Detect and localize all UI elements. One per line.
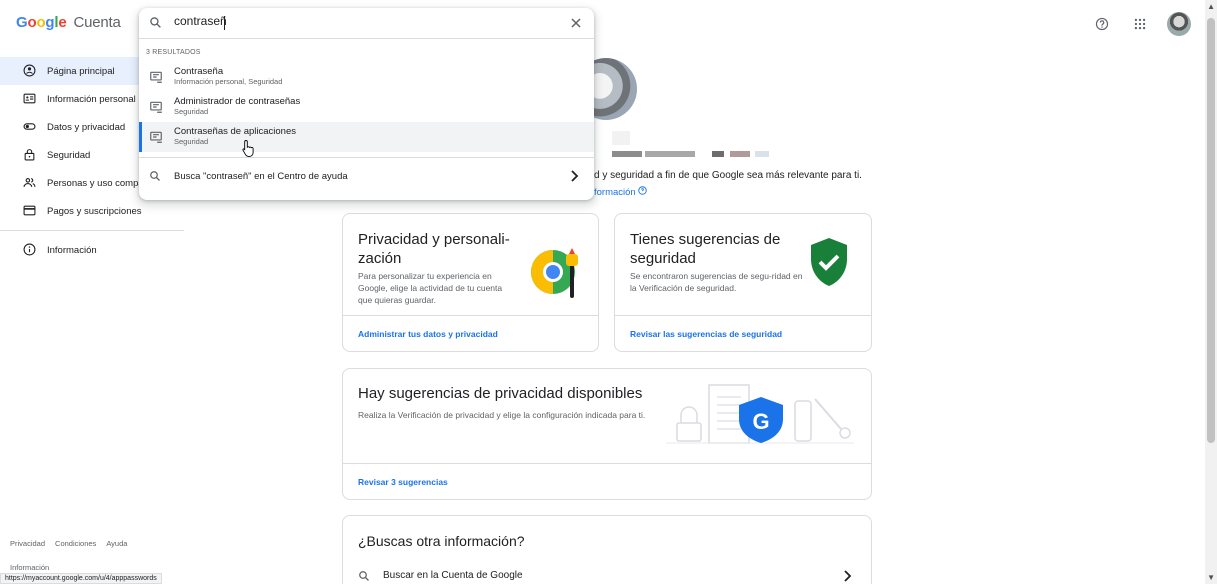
review-security-suggestions-link[interactable]: Revisar las sugerencias de seguridad [630, 329, 782, 339]
result-subtitle: Seguridad [174, 107, 209, 116]
manage-data-privacy-link[interactable]: Administrar tus datos y privacidad [358, 329, 498, 339]
card-title: Hay sugerencias de privacidad disponible… [358, 385, 643, 402]
search-result-item[interactable]: Contraseña Información personal, Segurid… [139, 62, 594, 92]
page-result-icon [150, 71, 162, 83]
svg-text:G: G [752, 409, 769, 434]
intro-link-label: formación [594, 187, 636, 198]
lock-icon [23, 148, 36, 164]
card-footer: Administrar tus datos y privacidad [343, 315, 598, 351]
result-subtitle: Información personal, Seguridad [174, 77, 283, 86]
card-footer: Revisar 3 sugerencias [343, 463, 871, 499]
page-scrollbar[interactable]: ▲ ▼ [1205, 0, 1217, 584]
sidebar-item-label: Información personal [47, 93, 136, 105]
card-title: ¿Buscas otra información? [358, 533, 525, 549]
result-title: Contraseñas de aplicaciones [174, 126, 296, 137]
footer-links: Privacidad Condiciones Ayuda [10, 539, 127, 548]
product-name: Cuenta [73, 14, 121, 31]
search-dropdown: 3 RESULTADOS Contraseña Información pers… [139, 8, 594, 200]
sidebar-item-label: Página principal [47, 65, 115, 77]
search-result-item[interactable]: Administrador de contraseñas Seguridad [139, 92, 594, 122]
intro-more-info-link[interactable]: formación [594, 186, 648, 198]
credit-card-icon [23, 204, 36, 220]
footer-info-link[interactable]: Información [10, 563, 49, 572]
scroll-up-icon[interactable]: ▲ [1207, 2, 1215, 11]
privacy-suggestions-card: Hay sugerencias de privacidad disponible… [342, 368, 872, 500]
help-center-search-label: Busca "contraseñ" en el Centro de ayuda [174, 171, 348, 182]
scrollbar-thumb[interactable] [1207, 18, 1215, 443]
card-title: Tienes sugerencias de seguridad [630, 231, 781, 267]
sidebar-item-payments[interactable]: Pagos y suscripciones [0, 197, 184, 225]
page-result-icon [150, 131, 162, 143]
privacy-link[interactable]: Privacidad [10, 539, 45, 548]
close-icon[interactable] [568, 15, 584, 31]
help-icon[interactable] [1091, 13, 1113, 35]
name-redaction [730, 151, 750, 157]
help-link[interactable]: Ayuda [106, 539, 127, 548]
id-card-icon [23, 92, 36, 108]
terms-link[interactable]: Condiciones [55, 539, 96, 548]
search-input[interactable] [174, 14, 534, 28]
privacy-personalization-card: Privacidad y personali- zación Para pers… [342, 213, 599, 352]
chevron-right-icon [571, 170, 579, 182]
privacy-checkup-illustration-icon: G [666, 384, 854, 444]
search-icon [359, 571, 369, 581]
text-caret [224, 16, 225, 30]
results-count: 3 RESULTADOS [146, 49, 201, 56]
sidebar-item-label: Datos y privacidad [47, 121, 126, 133]
name-redaction [645, 151, 695, 157]
name-redaction [612, 151, 642, 157]
result-text: Contraseña Información personal, Segurid… [174, 66, 282, 87]
search-account-label: Buscar en la Cuenta de Google [383, 570, 523, 581]
page-result-icon [150, 101, 162, 113]
card-title: Privacidad y personali- zación [358, 231, 510, 267]
name-redaction [612, 131, 630, 145]
google-wordmark: Google [16, 14, 70, 31]
status-bar-url: https://myaccount.google.com/u/4/apppass… [0, 573, 162, 584]
people-icon [23, 176, 36, 192]
sidebar-item-label: Seguridad [47, 149, 91, 161]
sidebar-item-label: Información [47, 244, 97, 256]
card-footer: Revisar las sugerencias de seguridad [615, 315, 871, 351]
result-text: Contraseñas de aplicaciones Seguridad [174, 126, 296, 147]
info-icon [23, 243, 36, 259]
scroll-down-icon[interactable]: ▼ [1207, 573, 1215, 582]
chevron-right-icon [844, 570, 852, 582]
apps-grid-icon[interactable] [1129, 13, 1151, 35]
card-description: Se encontraron sugerencias de segu-ridad… [630, 271, 803, 293]
google-account-logo[interactable]: Google Cuenta [16, 14, 121, 31]
logo-letter: e [58, 14, 67, 31]
sidebar-item-info[interactable]: Información [0, 236, 184, 264]
result-text: Administrador de contraseñas Seguridad [174, 96, 300, 117]
result-subtitle: Seguridad [174, 137, 209, 146]
search-result-item-highlighted[interactable]: Contraseñas de aplicaciones Seguridad [139, 122, 594, 152]
name-redaction [712, 151, 724, 157]
card-description: Realiza la Verificación de privacidad y … [358, 410, 646, 420]
hand-cursor-icon [242, 140, 254, 157]
toggle-icon [23, 120, 36, 136]
review-suggestions-link[interactable]: Revisar 3 sugerencias [358, 477, 448, 487]
sidebar-divider [0, 230, 184, 231]
security-shield-icon [811, 238, 847, 286]
result-title: Contraseña [174, 66, 224, 77]
account-avatar[interactable] [1167, 12, 1191, 36]
result-title: Administrador de contraseñas [174, 96, 301, 107]
home-icon [23, 64, 36, 80]
other-info-card: ¿Buscas otra información? Buscar en la C… [342, 515, 872, 584]
search-account-row[interactable]: Buscar en la Cuenta de Google [343, 562, 871, 584]
search-help-center-row[interactable]: Busca "contraseñ" en el Centro de ayuda [139, 158, 594, 196]
security-suggestions-card: Tienes sugerencias de seguridad Se encon… [614, 213, 872, 352]
search-icon [150, 171, 160, 181]
help-circle-icon [638, 186, 648, 195]
sidebar-item-label: Pagos y suscripciones [47, 205, 142, 217]
header-actions [1091, 12, 1191, 36]
logo-letter: G [16, 14, 28, 31]
search-bar [139, 8, 594, 39]
privacy-illustration-icon [531, 248, 578, 298]
card-description: Para personalizar tu experiencia en Goog… [358, 271, 503, 305]
intro-text: d y seguridad a fin de que Google sea má… [594, 170, 862, 181]
name-redaction [755, 151, 769, 157]
search-icon[interactable] [149, 16, 162, 29]
